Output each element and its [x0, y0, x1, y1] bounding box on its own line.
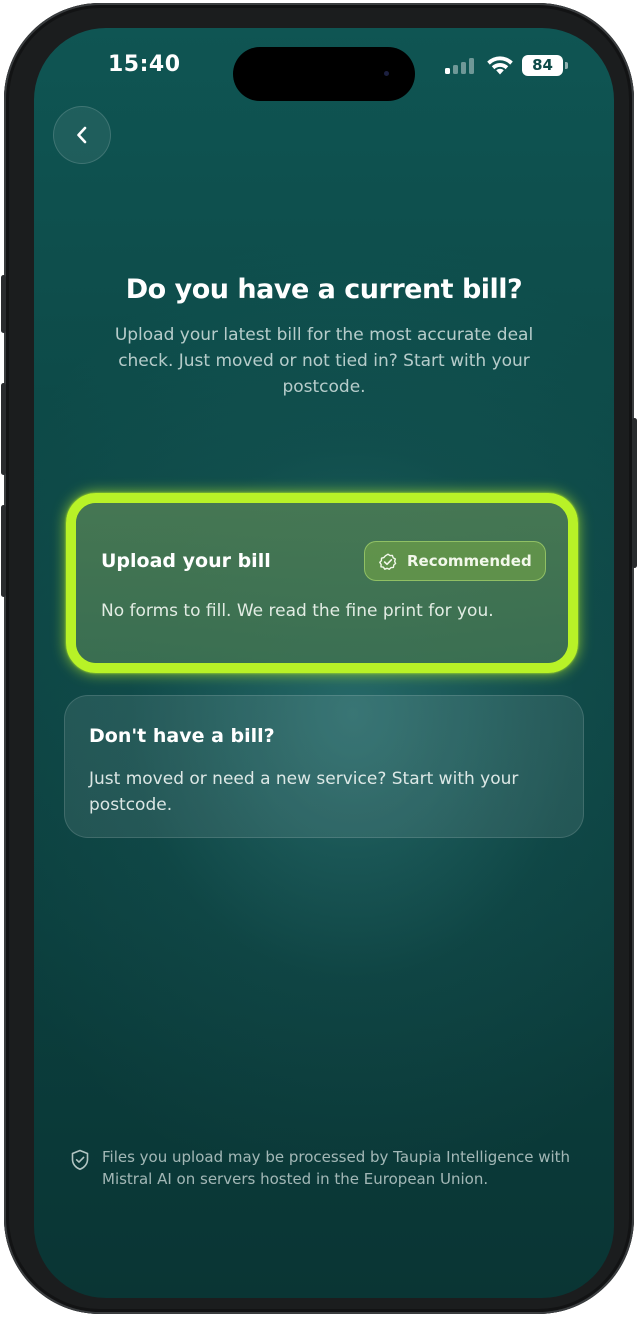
cellular-signal-icon	[445, 58, 477, 74]
page-title: Do you have a current bill?	[125, 274, 523, 305]
status-bar: 15:40 84	[34, 28, 614, 108]
upload-bill-option[interactable]: Upload your bill Recommended No forms to…	[66, 493, 578, 673]
no-bill-option[interactable]: Don't have a bill? Just moved or need a …	[64, 695, 584, 838]
dynamic-island	[233, 47, 415, 101]
upload-bill-title: Upload your bill	[101, 550, 271, 572]
volume-up-button	[1, 383, 6, 475]
check-badge-icon	[379, 553, 397, 570]
no-bill-description: Just moved or need a new service? Start …	[89, 769, 519, 815]
status-time: 15:40	[108, 52, 181, 77]
back-button[interactable]	[53, 106, 111, 164]
no-bill-title: Don't have a bill?	[89, 725, 275, 747]
recommended-badge: Recommended	[364, 541, 546, 581]
camera-dot	[384, 71, 389, 76]
phone-frame: 15:40 84 Do you have a current bill? Upl…	[1, 3, 637, 1314]
wifi-icon	[487, 56, 513, 75]
upload-bill-card-body: Upload your bill Recommended No forms to…	[76, 503, 568, 663]
app-screen: 15:40 84 Do you have a current bill? Upl…	[34, 28, 614, 1298]
chevron-left-icon	[77, 126, 87, 144]
battery-nub	[565, 62, 568, 69]
recommended-badge-label: Recommended	[407, 552, 532, 570]
shield-check-icon	[71, 1149, 89, 1171]
action-button	[1, 275, 6, 333]
privacy-notice-text: Files you upload may be processed by Tau…	[102, 1148, 571, 1188]
privacy-notice: Files you upload may be processed by Tau…	[70, 1146, 590, 1196]
page-subtitle: Upload your latest bill for the most acc…	[114, 325, 534, 397]
power-button	[632, 418, 637, 568]
volume-down-button	[1, 505, 6, 597]
upload-bill-description: No forms to fill. We read the fine print…	[101, 601, 494, 621]
battery-icon: 84	[522, 55, 563, 76]
